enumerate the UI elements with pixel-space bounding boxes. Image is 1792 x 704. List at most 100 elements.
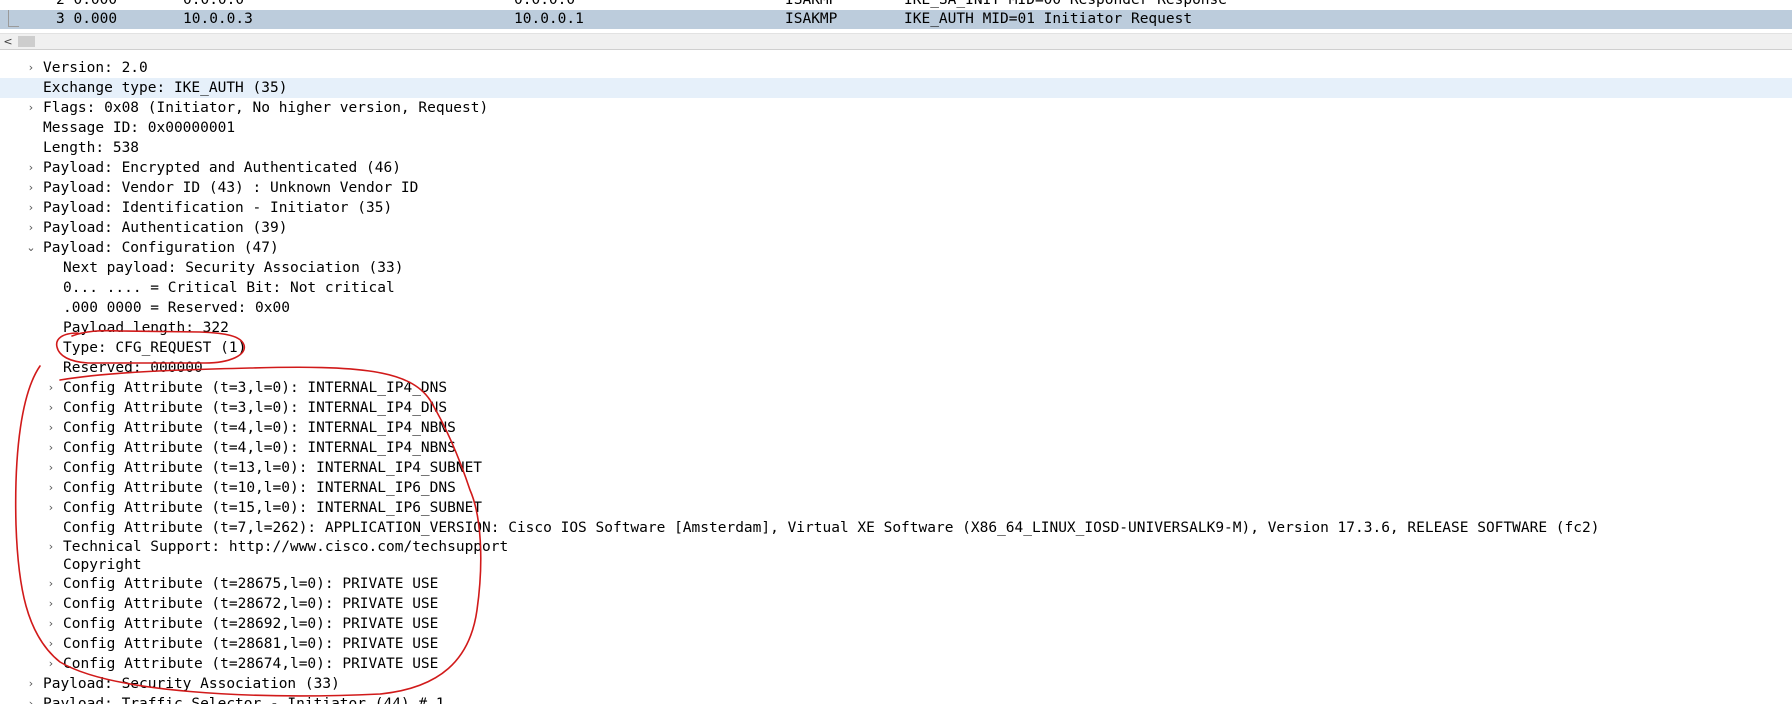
tree-item-label: Payload: Authentication (39) [43, 220, 288, 236]
tree-item-label: Payload: Traffic Selector - Initiator (4… [43, 696, 445, 704]
tree-item-label: Payload: Vendor ID (43) : Unknown Vendor… [43, 180, 419, 196]
tree-item-critical-bit[interactable]: 0... .... = Critical Bit: Not critical [0, 278, 1792, 298]
packet-protocol: ISAKMP [785, 11, 838, 27]
packet-info: IKE_SA_INIT MID=00 Responder Response [904, 0, 1228, 8]
chevron-right-icon[interactable]: › [45, 398, 57, 418]
tree-item-label: Message ID: 0x00000001 [43, 120, 236, 136]
tree-item-label: Flags: 0x08 (Initiator, No higher versio… [43, 100, 489, 116]
chevron-right-icon[interactable]: › [45, 438, 57, 458]
chevron-right-icon[interactable]: › [25, 694, 37, 704]
tree-item-label: Config Attribute (t=4,l=0): INTERNAL_IP4… [63, 440, 456, 456]
tree-item-tech-support[interactable]: › Technical Support: http://www.cisco.co… [0, 538, 1792, 556]
chevron-right-icon[interactable]: › [25, 58, 37, 78]
tree-item-label: Reserved: 000000 [63, 360, 203, 376]
packet-info: IKE_AUTH MID=01 Initiator Request [904, 11, 1193, 27]
horizontal-scrollbar[interactable]: < [0, 33, 1792, 50]
tree-item-exchange-type[interactable]: Exchange type: IKE_AUTH (35) [0, 78, 1792, 98]
tree-item-payload-traffic-selector[interactable]: › Payload: Traffic Selector - Initiator … [0, 694, 1792, 704]
tree-item-label: Config Attribute (t=28674,l=0): PRIVATE … [63, 656, 439, 672]
tree-item-label: Config Attribute (t=7,l=262): APPLICATIO… [63, 520, 1600, 536]
chevron-right-icon[interactable]: › [45, 378, 57, 398]
tree-item-label: Length: 538 [43, 140, 140, 156]
chevron-right-icon[interactable]: › [25, 178, 37, 198]
scroll-left-icon[interactable]: < [0, 34, 16, 50]
packet-destination: 10.0.0.1 [514, 11, 584, 27]
tree-item-label: Config Attribute (t=15,l=0): INTERNAL_IP… [63, 500, 483, 516]
tree-item-flags[interactable]: › Flags: 0x08 (Initiator, No higher vers… [0, 98, 1792, 118]
tree-item-reserved[interactable]: Reserved: 000000 [0, 358, 1792, 378]
tree-item-payload-authentication[interactable]: › Payload: Authentication (39) [0, 218, 1792, 238]
chevron-right-icon[interactable]: › [45, 458, 57, 478]
tree-item-config-attribute[interactable]: › Config Attribute (t=3,l=0): INTERNAL_I… [0, 378, 1792, 398]
tree-item-version[interactable]: › Version: 2.0 [0, 58, 1792, 78]
tree-item-next-payload[interactable]: Next payload: Security Association (33) [0, 258, 1792, 278]
chevron-right-icon[interactable]: › [45, 614, 57, 634]
tree-item-payload-configuration[interactable]: ⌄ Payload: Configuration (47) [0, 238, 1792, 258]
chevron-right-icon[interactable]: › [45, 634, 57, 654]
chevron-right-icon[interactable]: › [25, 158, 37, 178]
tree-item-label: Technical Support: http://www.cisco.com/… [63, 539, 509, 555]
packet-number: 2 0.000 [56, 0, 118, 8]
tree-item-label: Config Attribute (t=28672,l=0): PRIVATE … [63, 596, 439, 612]
tree-item-label: Exchange type: IKE_AUTH (35) [43, 80, 288, 96]
tree-item-label: Config Attribute (t=10,l=0): INTERNAL_IP… [63, 480, 456, 496]
tree-item-private-attribute[interactable]: › Config Attribute (t=28674,l=0): PRIVAT… [0, 654, 1792, 674]
tree-guide-line [8, 10, 19, 27]
tree-item-label: Payload: Identification - Initiator (35) [43, 200, 393, 216]
chevron-right-icon[interactable]: › [45, 574, 57, 594]
chevron-right-icon[interactable]: › [25, 98, 37, 118]
packet-list: 2 0.000 0.0.0.0 0.0.0.0 ISAKMP IKE_SA_IN… [0, 0, 1792, 32]
packet-row-selected[interactable]: 3 0.000 10.0.0.3 10.0.0.1 ISAKMP IKE_AUT… [0, 10, 1792, 29]
tree-item-config-attribute[interactable]: › Config Attribute (t=4,l=0): INTERNAL_I… [0, 418, 1792, 438]
chevron-right-icon[interactable]: › [45, 594, 57, 614]
packet-protocol: ISAKMP [785, 0, 838, 8]
tree-item-label: Next payload: Security Association (33) [63, 260, 404, 276]
tree-item-label: Payload: Encrypted and Authenticated (46… [43, 160, 401, 176]
tree-item-label: Payload length: 322 [63, 320, 229, 336]
packet-details-tree: › Version: 2.0 Exchange type: IKE_AUTH (… [0, 58, 1792, 704]
chevron-right-icon[interactable]: › [45, 418, 57, 438]
tree-item-private-attribute[interactable]: › Config Attribute (t=28672,l=0): PRIVAT… [0, 594, 1792, 614]
tree-item-label: Config Attribute (t=28681,l=0): PRIVATE … [63, 636, 439, 652]
tree-item-payload-security-association[interactable]: › Payload: Security Association (33) [0, 674, 1792, 694]
packet-row[interactable]: 2 0.000 0.0.0.0 0.0.0.0 ISAKMP IKE_SA_IN… [0, 0, 1792, 10]
scroll-thumb[interactable] [18, 36, 35, 47]
tree-item-message-id[interactable]: Message ID: 0x00000001 [0, 118, 1792, 138]
tree-item-config-attribute[interactable]: › Config Attribute (t=4,l=0): INTERNAL_I… [0, 438, 1792, 458]
tree-item-copyright[interactable]: Copyright [0, 556, 1792, 574]
tree-item-private-attribute[interactable]: › Config Attribute (t=28675,l=0): PRIVAT… [0, 574, 1792, 594]
tree-item-label: 0... .... = Critical Bit: Not critical [63, 280, 395, 296]
tree-item-payload-identification[interactable]: › Payload: Identification - Initiator (3… [0, 198, 1792, 218]
tree-item-payload-encrypted[interactable]: › Payload: Encrypted and Authenticated (… [0, 158, 1792, 178]
tree-item-config-attribute[interactable]: › Config Attribute (t=10,l=0): INTERNAL_… [0, 478, 1792, 498]
chevron-right-icon[interactable]: › [45, 478, 57, 498]
packet-source: 0.0.0.0 [183, 0, 245, 8]
tree-item-cfg-type[interactable]: Type: CFG_REQUEST (1) [0, 338, 1792, 358]
tree-item-label: Version: 2.0 [43, 60, 148, 76]
tree-item-private-attribute[interactable]: › Config Attribute (t=28692,l=0): PRIVAT… [0, 614, 1792, 634]
chevron-right-icon[interactable]: › [25, 198, 37, 218]
tree-item-label: Config Attribute (t=3,l=0): INTERNAL_IP4… [63, 380, 448, 396]
tree-item-label: Config Attribute (t=28692,l=0): PRIVATE … [63, 616, 439, 632]
tree-item-label: Config Attribute (t=4,l=0): INTERNAL_IP4… [63, 420, 456, 436]
packet-destination: 0.0.0.0 [514, 0, 576, 8]
chevron-right-icon[interactable]: › [45, 498, 57, 518]
chevron-right-icon[interactable]: › [45, 538, 57, 556]
tree-item-label: .000 0000 = Reserved: 0x00 [63, 300, 290, 316]
tree-item-payload-length[interactable]: Payload length: 322 [0, 318, 1792, 338]
chevron-right-icon[interactable]: › [25, 218, 37, 238]
tree-item-length[interactable]: Length: 538 [0, 138, 1792, 158]
chevron-right-icon[interactable]: › [45, 654, 57, 674]
tree-item-reserved-bits[interactable]: .000 0000 = Reserved: 0x00 [0, 298, 1792, 318]
chevron-right-icon[interactable]: › [25, 674, 37, 694]
packet-number: 3 0.000 [56, 11, 118, 27]
tree-item-private-attribute[interactable]: › Config Attribute (t=28681,l=0): PRIVAT… [0, 634, 1792, 654]
tree-item-config-attribute[interactable]: › Config Attribute (t=15,l=0): INTERNAL_… [0, 498, 1792, 518]
tree-item-label: Copyright [63, 557, 142, 573]
tree-item-label: Payload: Configuration (47) [43, 240, 279, 256]
tree-item-app-version[interactable]: Config Attribute (t=7,l=262): APPLICATIO… [0, 518, 1792, 538]
tree-item-config-attribute[interactable]: › Config Attribute (t=3,l=0): INTERNAL_I… [0, 398, 1792, 418]
tree-item-payload-vendor-id[interactable]: › Payload: Vendor ID (43) : Unknown Vend… [0, 178, 1792, 198]
tree-item-config-attribute[interactable]: › Config Attribute (t=13,l=0): INTERNAL_… [0, 458, 1792, 478]
chevron-down-icon[interactable]: ⌄ [25, 238, 37, 258]
